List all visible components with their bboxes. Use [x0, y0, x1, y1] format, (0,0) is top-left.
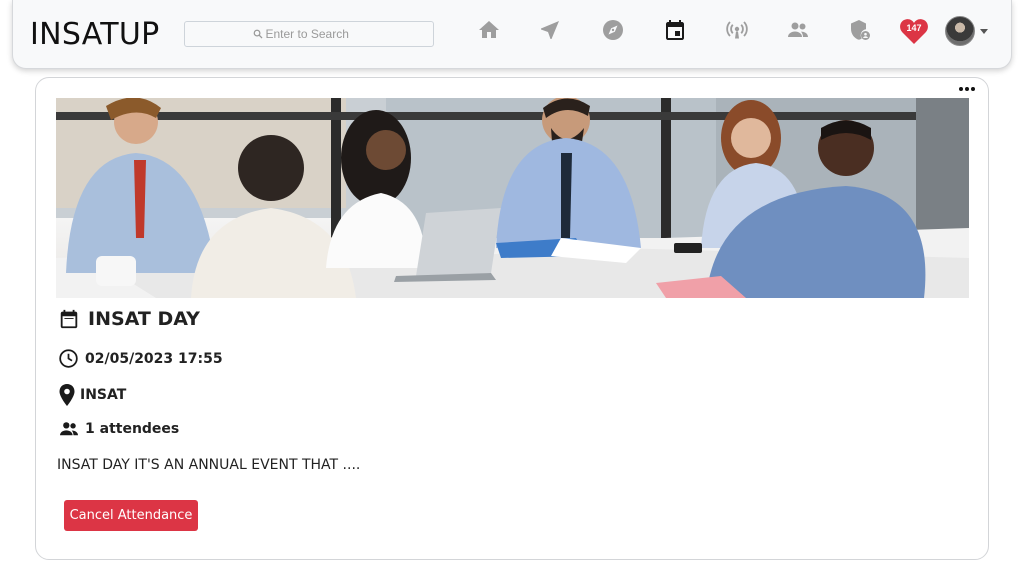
event-title-row: INSAT DAY	[58, 308, 200, 330]
send-icon[interactable]	[537, 17, 563, 43]
cancel-attendance-button[interactable]: Cancel Attendance	[64, 500, 198, 531]
clock-icon	[59, 349, 78, 368]
event-description: INSAT DAY IT'S AN ANNUAL EVENT THAT ....	[57, 457, 361, 473]
search-box[interactable]	[184, 21, 434, 47]
event-attendees: 1 attendees	[85, 421, 180, 437]
avatar[interactable]	[945, 16, 975, 46]
top-navbar: INSATUP 147	[12, 0, 1012, 69]
user-menu[interactable]	[945, 15, 993, 47]
calendar-icon	[60, 309, 78, 329]
search-input[interactable]	[265, 27, 366, 41]
event-location-row: INSAT	[58, 383, 126, 407]
event-title: INSAT DAY	[88, 308, 200, 330]
event-location: INSAT	[80, 387, 127, 403]
people-icon	[60, 422, 78, 436]
brand-logo[interactable]: INSATUP	[30, 17, 160, 52]
event-attendees-row: 1 attendees	[58, 420, 179, 438]
home-icon[interactable]	[476, 17, 502, 43]
event-card: INSAT DAY 02/05/2023 17:55 INSAT 1 atten…	[35, 77, 989, 560]
broadcast-icon[interactable]	[724, 17, 750, 43]
chevron-down-icon[interactable]	[980, 28, 988, 34]
explore-icon[interactable]	[600, 17, 626, 43]
location-pin-icon	[59, 384, 75, 406]
admin-shield-icon[interactable]	[847, 17, 873, 43]
search-icon	[253, 29, 263, 39]
event-datetime: 02/05/2023 17:55	[85, 350, 223, 367]
more-options-icon[interactable]	[956, 81, 978, 97]
event-date-row: 02/05/2023 17:55	[58, 348, 223, 369]
people-icon[interactable]	[785, 17, 811, 43]
notification-count-badge: 147	[906, 23, 922, 33]
calendar-icon[interactable]	[662, 17, 688, 43]
notifications-heart-icon[interactable]: 147	[899, 17, 929, 45]
event-banner-image	[56, 98, 969, 298]
